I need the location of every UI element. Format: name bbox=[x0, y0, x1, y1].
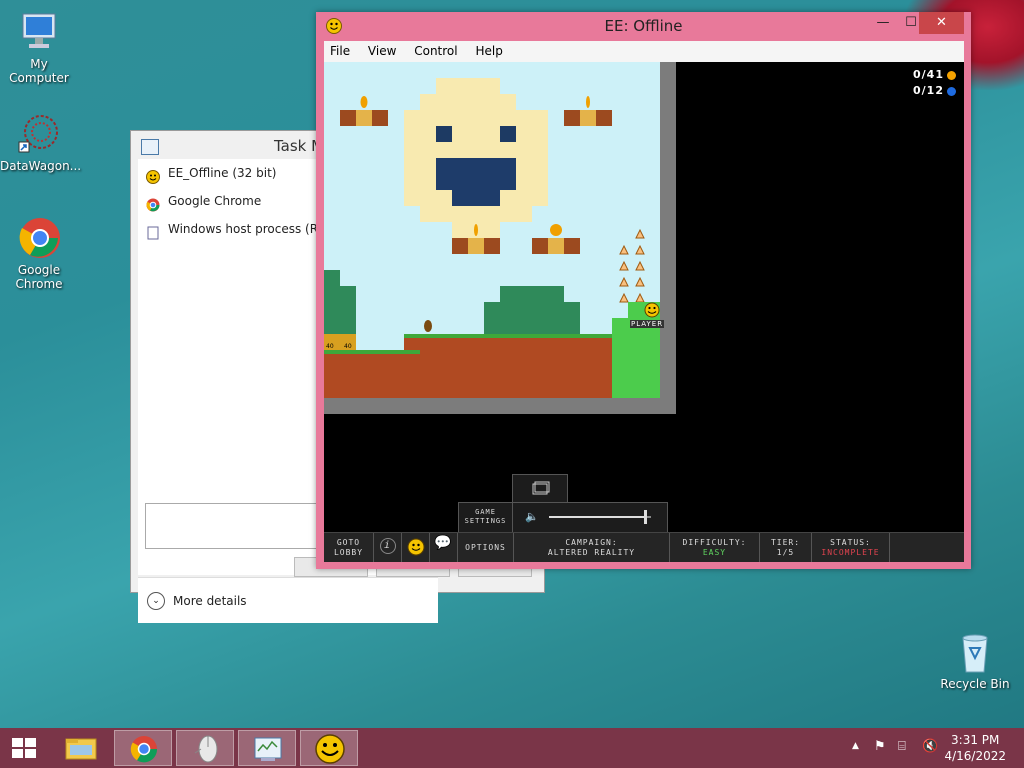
smiley-icon bbox=[407, 538, 424, 556]
minimize-button[interactable]: — bbox=[868, 12, 898, 34]
bottom-bar: GOTO LOBBY i 💬 OPTIONS CAMPAIGN: ALTERED… bbox=[324, 532, 964, 562]
chrome-icon bbox=[17, 216, 61, 260]
campaign-info: CAMPAIGN: ALTERED REALITY bbox=[514, 533, 670, 562]
action-center-flag-icon[interactable]: ⚑ bbox=[874, 739, 886, 754]
menu-view[interactable]: View bbox=[362, 41, 404, 62]
minimize-popup-button[interactable] bbox=[512, 474, 568, 504]
desktop-icon-datawagon[interactable]: DataWagon... bbox=[0, 112, 82, 173]
volume-slider[interactable] bbox=[549, 510, 651, 524]
process-label: Google Chrome bbox=[168, 194, 262, 208]
tier-info: TIER: 1/5 bbox=[760, 533, 812, 562]
blue-coin-icon bbox=[947, 86, 956, 96]
level-map bbox=[324, 62, 676, 414]
menu-bar: File View Control Help bbox=[324, 41, 964, 62]
ee-offline-window: EE: Offline — ☐ ✕ File View Control Help bbox=[316, 12, 971, 569]
chat-bubble-icon: 💬 bbox=[434, 535, 453, 551]
volume-knob[interactable] bbox=[643, 510, 647, 524]
close-button[interactable]: ✕ bbox=[919, 12, 964, 34]
status-label: STATUS: bbox=[830, 538, 871, 547]
chrome-icon bbox=[130, 736, 158, 763]
process-label: Windows host process (Rund bbox=[168, 222, 341, 236]
mouse-icon bbox=[194, 735, 218, 763]
difficulty-info: DIFFICULTY: EASY bbox=[670, 533, 760, 562]
taskbar-ee-offline[interactable] bbox=[300, 730, 358, 766]
taskbar-task-manager[interactable] bbox=[238, 730, 296, 766]
more-details-button[interactable]: ⌄ More details bbox=[138, 577, 438, 623]
menu-help[interactable]: Help bbox=[469, 41, 510, 62]
taskbar: ▲ ⚑ ⌸ 🔇 3:31 PM 4/16/2022 bbox=[0, 728, 1024, 768]
volume-muted-icon[interactable]: 🔇 bbox=[922, 739, 938, 754]
menu-control[interactable]: Control bbox=[408, 41, 465, 62]
show-hidden-icons[interactable]: ▲ bbox=[852, 741, 859, 751]
info-icon: i bbox=[379, 538, 396, 554]
coin-count: 0/41 bbox=[913, 68, 944, 81]
menu-file[interactable]: File bbox=[324, 41, 358, 62]
smiley-icon bbox=[326, 18, 342, 34]
coin-counter: 0/41 bbox=[913, 68, 956, 81]
game-settings-button[interactable]: GAME SETTINGS bbox=[459, 503, 513, 533]
desktop-icon-label: My Computer bbox=[9, 57, 69, 85]
chrome-icon bbox=[146, 194, 160, 212]
tile-label: 40 bbox=[344, 343, 352, 350]
more-details-label: More details bbox=[173, 594, 247, 608]
volume-fill bbox=[549, 516, 646, 518]
smiley-select-button[interactable] bbox=[402, 533, 430, 562]
taskbar-chrome[interactable] bbox=[114, 730, 172, 766]
info-button[interactable]: i bbox=[374, 533, 402, 562]
desktop-icon-recycle-bin[interactable]: Recycle Bin bbox=[936, 630, 1014, 691]
speaker-icon: 🔈 bbox=[525, 510, 539, 523]
clock[interactable]: 3:31 PM 4/16/2022 bbox=[944, 732, 1006, 764]
status-value: INCOMPLETE bbox=[821, 548, 880, 557]
desktop-icon-label: Google Chrome bbox=[15, 263, 63, 291]
file-explorer-icon bbox=[65, 738, 97, 760]
smiley-icon bbox=[146, 166, 160, 184]
settings-popup: GAME SETTINGS 🔈 bbox=[458, 502, 668, 534]
difficulty-label: DIFFICULTY: bbox=[682, 538, 747, 547]
chevron-down-icon: ⌄ bbox=[147, 592, 165, 610]
coin-icon bbox=[947, 70, 956, 80]
difficulty-value: EASY bbox=[702, 548, 727, 557]
game-world: 40 40 PLAYER bbox=[324, 62, 676, 414]
chat-button[interactable]: 💬 bbox=[430, 533, 458, 562]
campaign-label: CAMPAIGN: bbox=[565, 538, 618, 547]
desktop-icon-label: Recycle Bin bbox=[940, 677, 1010, 691]
network-icon[interactable]: ⌸ bbox=[898, 739, 906, 754]
tier-value: 1/5 bbox=[776, 548, 795, 557]
taskbar-file-explorer[interactable] bbox=[52, 730, 110, 766]
task-manager-icon bbox=[254, 737, 282, 761]
desktop-icon-google-chrome[interactable]: Google Chrome bbox=[0, 216, 78, 291]
status-info: STATUS: INCOMPLETE bbox=[812, 533, 890, 562]
clock-time: 3:31 PM bbox=[951, 733, 1000, 747]
blue-coin-count: 0/12 bbox=[913, 84, 944, 97]
task-manager-icon bbox=[141, 139, 159, 155]
datawagon-icon bbox=[17, 112, 61, 156]
smiley-icon bbox=[315, 734, 345, 764]
document-icon bbox=[146, 222, 160, 240]
goto-lobby-button[interactable]: GOTO LOBBY bbox=[324, 533, 374, 562]
process-label: EE_Offline (32 bit) bbox=[168, 166, 277, 180]
tier-label: TIER: bbox=[770, 538, 801, 547]
options-button[interactable]: OPTIONS bbox=[458, 533, 514, 562]
start-icon bbox=[12, 738, 36, 758]
desktop-icon-my-computer[interactable]: My Computer bbox=[0, 10, 78, 85]
player-label: PLAYER bbox=[630, 320, 665, 328]
taskbar-mouse-app[interactable] bbox=[176, 730, 234, 766]
clock-date: 4/16/2022 bbox=[944, 749, 1006, 763]
recycle-bin-icon bbox=[953, 630, 997, 674]
campaign-value: ALTERED REALITY bbox=[547, 548, 636, 557]
blue-coin-counter: 0/12 bbox=[913, 84, 956, 97]
computer-icon bbox=[17, 10, 61, 54]
tile-label: 40 bbox=[326, 343, 334, 350]
start-button[interactable] bbox=[0, 730, 48, 766]
desktop-icon-label: DataWagon... bbox=[0, 159, 82, 173]
game-canvas[interactable]: 40 40 PLAYER 0/41 0/12 GAME SETTINGS 🔈 G… bbox=[324, 62, 964, 562]
